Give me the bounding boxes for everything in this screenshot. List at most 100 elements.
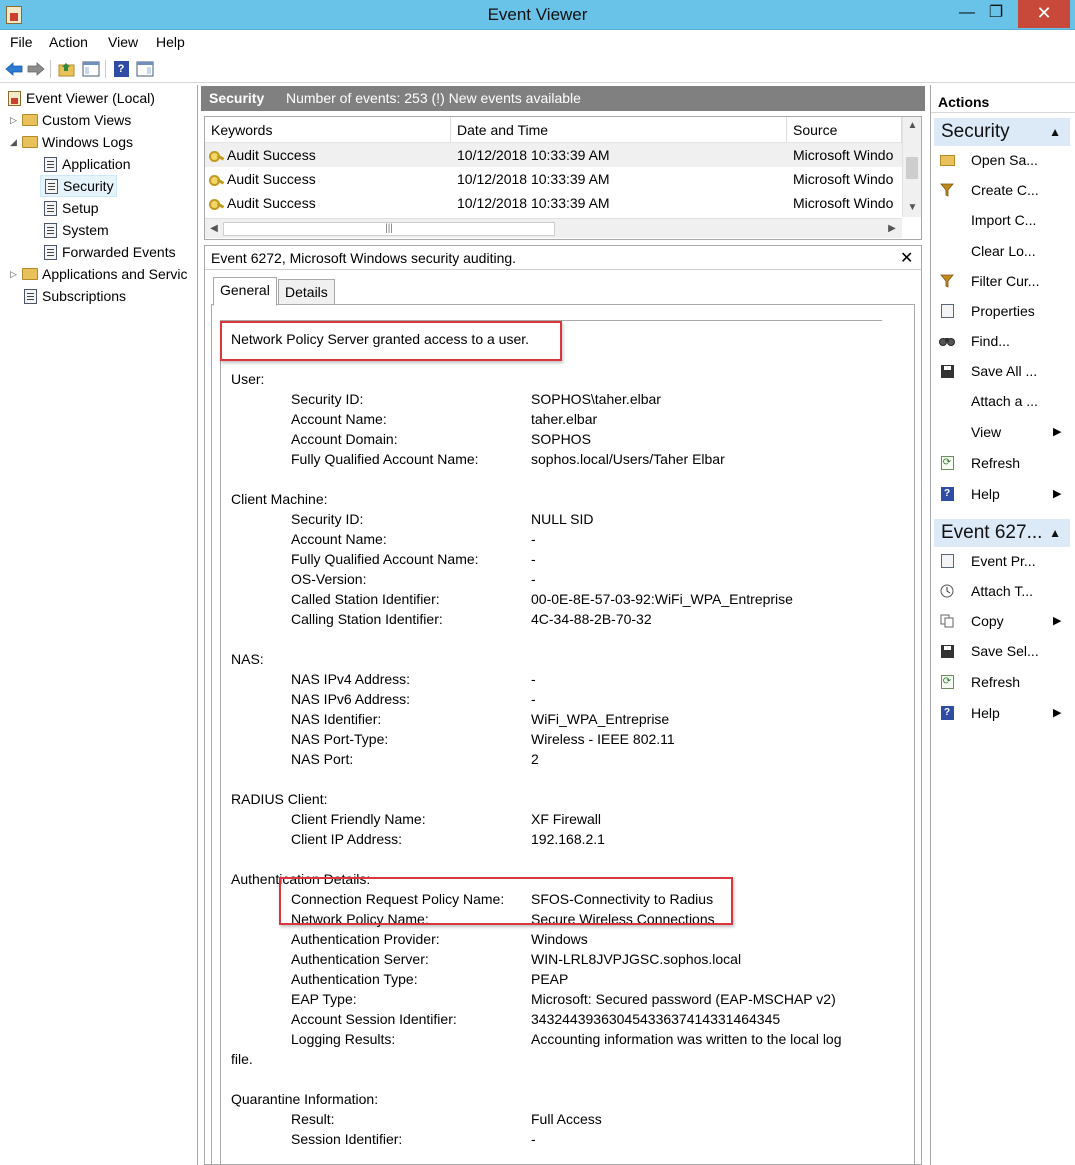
forward-arrow-icon[interactable] [26,59,46,79]
field-value: Wireless - IEEE 802.11 [531,731,675,747]
close-button[interactable]: ✕ [1018,0,1070,28]
tree-item-setup[interactable]: Setup [42,197,99,219]
column-header-source[interactable]: Source [787,117,902,143]
field-label: NAS Port-Type: [291,731,389,747]
section-heading: Authentication Details: [231,871,371,887]
window-title: Event Viewer [487,5,588,24]
action-label: Filter Cur... [971,273,1040,289]
collapse-icon[interactable]: ▲ [1049,519,1061,547]
show-hide-pane-icon[interactable] [135,59,155,79]
field-value: - [531,691,536,707]
action-label: Import C... [971,212,1037,228]
action-label: Help [971,705,1000,721]
expand-arrow-icon[interactable]: ▷ [10,264,22,284]
collapse-icon[interactable]: ▲ [1049,118,1061,146]
log-icon [43,156,57,172]
folder-up-icon[interactable] [57,59,77,79]
tree-item-label: Event Viewer (Local) [26,90,155,106]
key-icon [209,151,223,162]
attach-task-icon [939,583,955,599]
tab-details[interactable]: Details [278,279,335,305]
tree-item-forwarded-events[interactable]: Forwarded Events [42,241,176,263]
action-label: Save Sel... [971,643,1039,659]
menu-file[interactable]: File [10,34,33,50]
action-refresh[interactable]: ⟳ Refresh [937,670,1067,694]
scroll-thumb[interactable] [906,157,918,179]
action-help[interactable]: ? Help ▶ [937,701,1067,725]
copy-icon [939,613,955,629]
action-label: Create C... [971,182,1039,198]
tree-item-subscriptions[interactable]: Subscriptions [22,285,126,307]
action-clear-lo[interactable]: Clear Lo... [937,239,1067,263]
scroll-thumb[interactable]: ||| [223,222,555,236]
event-list-vertical-scrollbar[interactable]: ▲ ▼ [902,117,921,217]
field-value: Microsoft: Secured password (EAP-MSCHAP … [531,991,836,1007]
action-open-sa[interactable]: Open Sa... [937,148,1067,172]
console-tree-icon[interactable] [81,59,101,79]
action-help[interactable]: ? Help ▶ [937,482,1067,506]
help-icon[interactable]: ? [111,59,131,79]
action-import-c[interactable]: Import C... [937,208,1067,232]
tree-item-system[interactable]: System [42,219,109,241]
collapse-arrow-icon[interactable]: ◢ [10,132,22,152]
field-label: Security ID: [291,511,364,527]
action-save-sel[interactable]: Save Sel... [937,639,1067,663]
tab-general[interactable]: General [213,277,277,306]
field-label: NAS IPv6 Address: [291,691,411,707]
menu-action[interactable]: Action [49,34,88,50]
field-label: Session Identifier: [291,1131,403,1147]
scroll-up-arrow-icon[interactable]: ▲ [903,117,921,134]
action-find[interactable]: Find... [937,329,1067,353]
table-row[interactable]: Audit Success 10/12/2018 10:33:39 AM Mic… [205,167,902,191]
table-row[interactable]: Audit Success 10/12/2018 10:33:39 AM Mic… [205,143,902,167]
folder-icon [22,136,38,148]
scroll-right-arrow-icon[interactable]: ▶ [883,219,901,239]
action-attach-t[interactable]: Attach T... [937,579,1067,603]
action-attach-a[interactable]: Attach a ... [937,389,1067,413]
action-view[interactable]: View ▶ [937,420,1067,444]
field-label: Security ID: [291,391,364,407]
field-value: WiFi_WPA_Entreprise [531,711,670,727]
field-value: SFOS-Connectivity to Radius [531,891,714,907]
actions-section-security[interactable]: Security ▲ [934,118,1070,146]
tree-item-windows-logs[interactable]: ◢ Windows Logs [10,131,133,153]
field-label: Called Station Identifier: [291,591,440,607]
field-value: - [531,551,536,567]
action-create-c[interactable]: Create C... [937,178,1067,202]
tree-item-application[interactable]: Application [42,153,131,175]
tree-item-event-viewer-local[interactable]: Event Viewer (Local) [6,87,155,109]
tree-item-custom-views[interactable]: ▷ Custom Views [10,109,131,131]
column-header-keywords[interactable]: Keywords [205,117,451,143]
field-value: SOPHOS [531,431,591,447]
tree-item-label: Security [63,178,114,194]
event-list-horizontal-scrollbar[interactable]: ◀ ||| ▶ [205,218,902,238]
column-header-date-time[interactable]: Date and Time [451,117,787,143]
action-save-all[interactable]: Save All ... [937,359,1067,383]
action-refresh[interactable]: ⟳ Refresh [937,451,1067,475]
action-copy[interactable]: Copy ▶ [937,609,1067,633]
tree-item-applications-and-services[interactable]: ▷ Applications and Servic [10,263,188,285]
submenu-arrow-icon: ▶ [1053,615,1062,627]
log-icon [43,244,57,260]
log-icon [43,200,57,216]
expand-arrow-icon[interactable]: ▷ [10,110,22,130]
action-label: Clear Lo... [971,243,1036,259]
close-detail-icon[interactable]: ✕ [900,248,913,268]
refresh-icon: ⟳ [939,674,955,690]
menu-view[interactable]: View [108,34,138,50]
table-row[interactable]: Audit Success 10/12/2018 10:33:39 AM Mic… [205,191,902,215]
scroll-down-arrow-icon[interactable]: ▼ [903,199,921,216]
event-summary: Network Policy Server granted access to … [231,331,530,347]
scroll-left-arrow-icon[interactable]: ◀ [205,219,223,239]
menu-help[interactable]: Help [156,34,185,50]
open-folder-icon [939,152,955,168]
action-properties[interactable]: Properties [937,299,1067,323]
back-arrow-icon[interactable] [4,59,24,79]
log-event-count: Number of events: 253 (!) New events ava… [286,90,581,106]
maximize-button[interactable]: ❐ [973,0,1019,28]
actions-section-event[interactable]: Event 627... ▲ [934,519,1070,547]
action-event-pr[interactable]: Event Pr... [937,549,1067,573]
tree-item-security[interactable]: Security [40,175,117,197]
field-label: Authentication Server: [291,951,429,967]
action-filter-cur[interactable]: Filter Cur... [937,269,1067,293]
